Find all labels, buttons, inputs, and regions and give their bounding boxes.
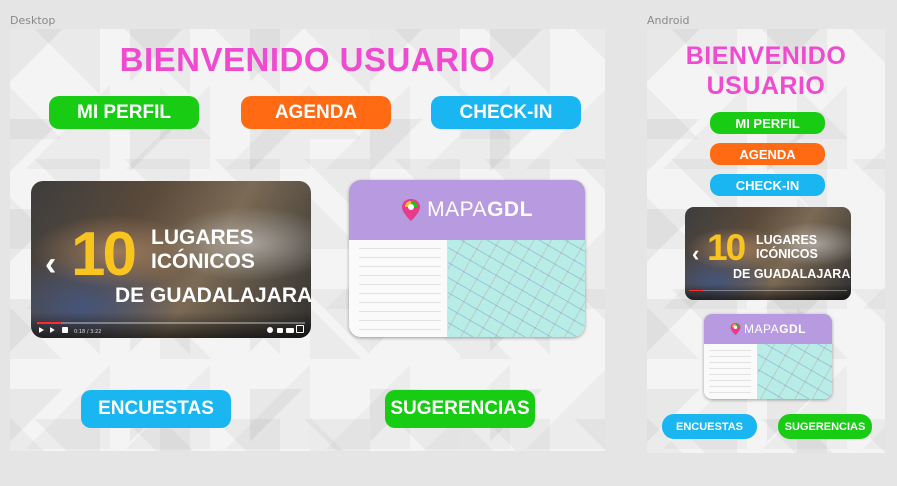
chevron-left-icon[interactable]: ‹ xyxy=(45,245,56,284)
check-in-button[interactable]: CHECK-IN xyxy=(431,96,581,129)
video-line-3: DE GUADALAJARA xyxy=(115,284,311,307)
miniplayer-icon[interactable] xyxy=(277,328,283,333)
sugerencias-button[interactable]: SUGERENCIAS xyxy=(385,390,535,428)
mi-perfil-button[interactable]: MI PERFIL xyxy=(49,96,199,129)
volume-icon[interactable] xyxy=(62,327,68,333)
android-map-header: MAPAGDL xyxy=(704,314,832,344)
map-brand-light: MAPA xyxy=(427,198,488,221)
fullscreen-icon[interactable] xyxy=(296,325,304,333)
map-area[interactable] xyxy=(448,240,585,337)
map-sidebar xyxy=(349,240,448,337)
android-map-sidebar xyxy=(704,344,758,399)
android-check-in-button[interactable]: CHECK-IN xyxy=(710,174,825,196)
android-map-area[interactable] xyxy=(758,344,832,399)
android-map-pin-icon xyxy=(730,322,741,336)
android-map-gdl-card[interactable]: MAPAGDL xyxy=(704,314,832,399)
map-gdl-card[interactable]: MAPAGDL xyxy=(349,180,585,337)
map-brand: MAPAGDL xyxy=(427,198,533,222)
android-agenda-button[interactable]: AGENDA xyxy=(710,143,825,165)
map-brand-bold: GDL xyxy=(487,198,533,221)
android-frame: BIENVENIDO USUARIO MI PERFIL AGENDA CHEC… xyxy=(647,29,885,453)
android-encuestas-button[interactable]: ENCUESTAS xyxy=(662,414,757,439)
android-video-line-2: ICÓNICOS xyxy=(756,247,818,261)
settings-icon[interactable] xyxy=(267,327,273,333)
android-video-number: 10 xyxy=(707,227,746,268)
desktop-frame-label: Desktop xyxy=(10,14,56,27)
desktop-frame: BIENVENIDO USUARIO MI PERFIL AGENDA CHEC… xyxy=(10,29,605,451)
video-time: 0:18 / 3:22 xyxy=(74,329,102,335)
android-map-brand-light: MAPA xyxy=(744,322,780,336)
android-map-brand: MAPAGDL xyxy=(744,322,806,336)
page-title: BIENVENIDO USUARIO xyxy=(119,41,496,78)
android-page-title: BIENVENIDO USUARIO xyxy=(685,42,847,100)
android-video-line-3: DE GUADALAJARA xyxy=(733,267,851,281)
video-number: 10 xyxy=(71,220,137,289)
map-header: MAPAGDL xyxy=(349,180,585,240)
android-mi-perfil-button[interactable]: MI PERFIL xyxy=(710,112,825,134)
video-line-2: ICÓNICOS xyxy=(151,250,255,273)
android-sugerencias-button[interactable]: SUGERENCIAS xyxy=(778,414,872,439)
video-player[interactable]: ‹ 10 LUGARES ICÓNICOS DE GUADALAJARA 0:1… xyxy=(31,181,311,338)
android-video-progress-bar[interactable] xyxy=(689,290,847,291)
android-map-brand-bold: GDL xyxy=(779,322,806,336)
android-chevron-left-icon[interactable]: ‹ xyxy=(692,241,699,267)
android-video-line-1: LUGARES xyxy=(756,233,818,247)
android-video-player[interactable]: ‹ 10 LUGARES ICÓNICOS DE GUADALAJARA xyxy=(685,207,851,300)
theater-icon[interactable] xyxy=(286,328,294,333)
map-pin-icon xyxy=(402,199,421,221)
agenda-button[interactable]: AGENDA xyxy=(241,96,391,129)
android-frame-label: Android xyxy=(647,14,690,27)
video-progress-bar[interactable] xyxy=(37,322,305,324)
video-controls xyxy=(31,312,311,338)
video-line-1: LUGARES xyxy=(151,226,254,249)
encuestas-button[interactable]: ENCUESTAS xyxy=(81,390,231,428)
